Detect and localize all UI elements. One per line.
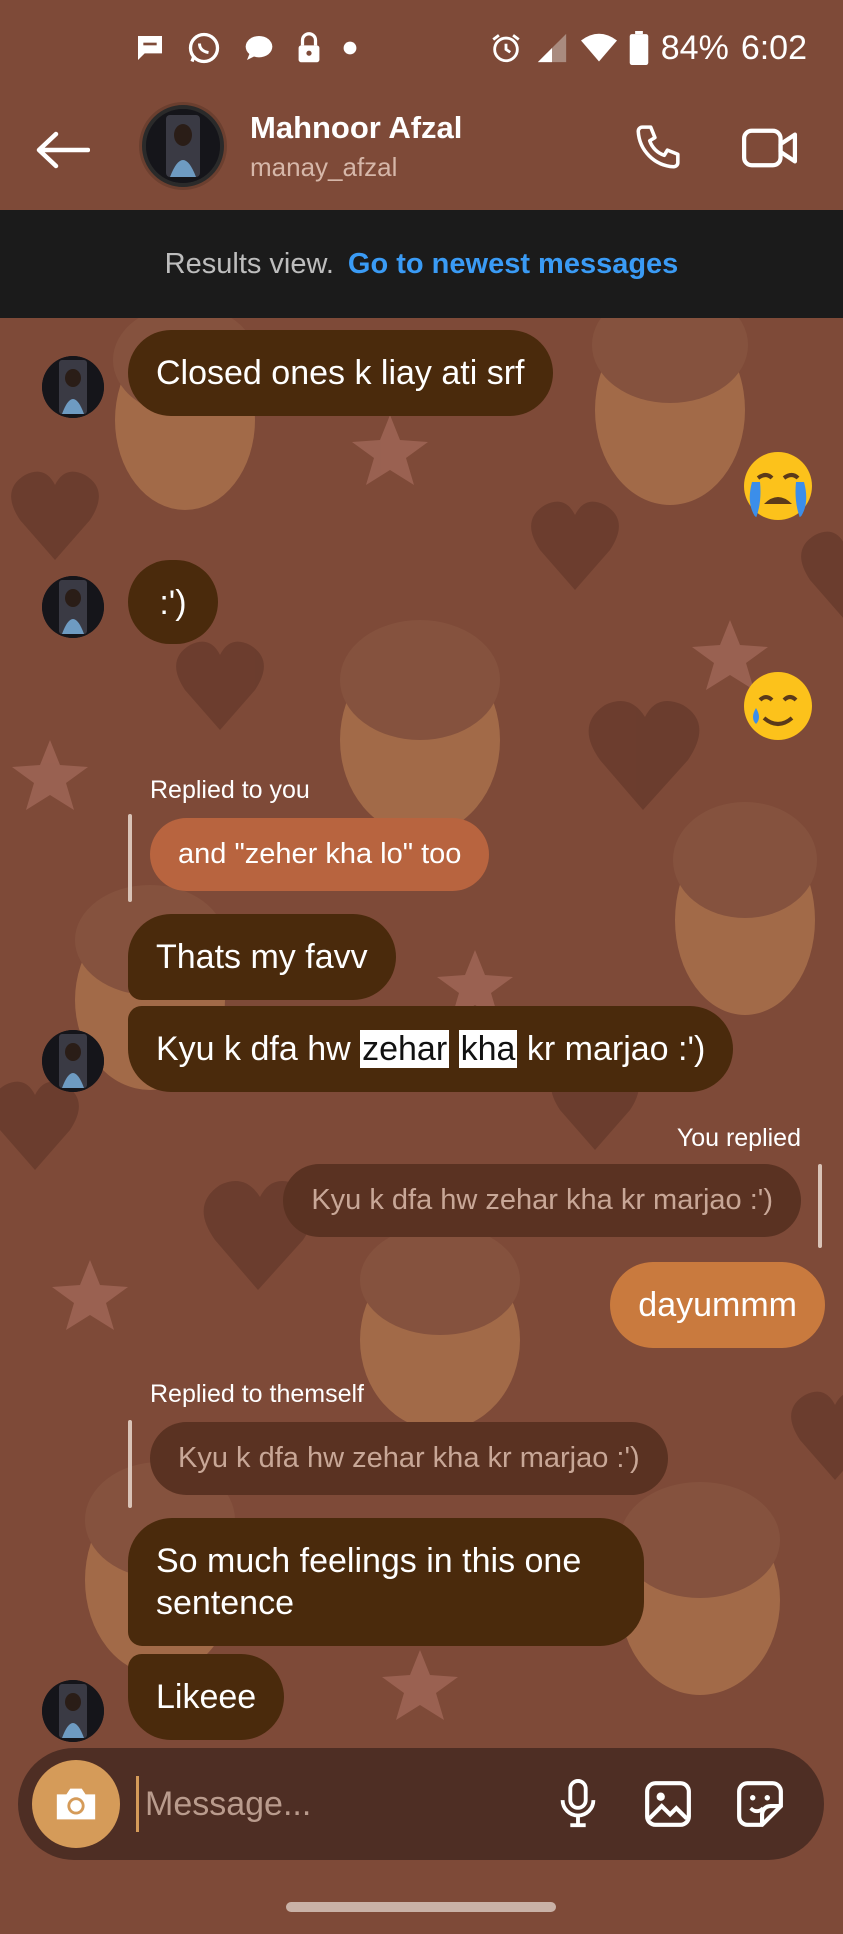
reply-label: Replied to you — [150, 776, 310, 804]
message-list[interactable]: Closed ones k liay ati srf :') Replied t… — [0, 318, 843, 1748]
sender-avatar[interactable] — [42, 1680, 104, 1742]
sender-avatar[interactable] — [42, 576, 104, 638]
clock: 6:02 — [740, 28, 807, 67]
message-bubble[interactable]: Thats my favv — [128, 914, 396, 1000]
quote-bar — [818, 1164, 822, 1248]
chat-header: Mahnoor Afzal manay_afzal — [0, 96, 843, 210]
message-bubble[interactable]: :') — [128, 560, 218, 644]
go-to-newest-link[interactable]: Go to newest messages — [348, 248, 678, 281]
message-bubble[interactable]: So much feelings in this one sentence — [128, 1518, 644, 1646]
search-highlight: zehar — [360, 1030, 450, 1068]
system-status: 84% 6:02 — [489, 26, 807, 70]
avatar-image — [146, 109, 220, 183]
status-bar: 84% 6:02 — [0, 0, 843, 96]
message-composer — [18, 1748, 824, 1860]
message-icon — [245, 36, 273, 60]
search-results-banner: Results view. Go to newest messages — [0, 210, 843, 318]
dot-icon — [343, 41, 357, 55]
message-bubble[interactable]: Kyu k dfa hw zehar kha kr marjao :') — [128, 1006, 734, 1092]
contact-username[interactable]: manay_afzal — [250, 152, 397, 183]
alarm-icon — [492, 34, 520, 63]
lock-icon — [298, 32, 320, 63]
whatsapp-icon — [188, 32, 220, 64]
results-view-label: Results view. — [164, 247, 334, 280]
message-bubble[interactable]: dayummm — [610, 1262, 825, 1348]
wifi-icon — [580, 33, 617, 62]
microphone-icon — [560, 1779, 596, 1828]
smiling-face-with-tear-emoji — [744, 672, 812, 740]
avatar-image — [42, 356, 104, 418]
avatar-image — [42, 576, 104, 638]
sticker-icon — [737, 1781, 783, 1827]
avatar-image — [42, 1030, 104, 1092]
search-highlight: kha — [458, 1030, 518, 1068]
home-indicator[interactable] — [286, 1902, 556, 1912]
sticker-button[interactable] — [728, 1772, 792, 1836]
notification-icons — [134, 28, 358, 68]
voice-call-button[interactable] — [625, 116, 689, 180]
back-button[interactable] — [30, 118, 94, 182]
sender-avatar[interactable] — [42, 356, 104, 418]
reply-label: Replied to themself — [150, 1380, 365, 1408]
battery-percent: 84% — [660, 28, 729, 67]
arrow-left-icon — [36, 131, 90, 169]
message-text: sentence — [156, 1584, 294, 1622]
phone-icon — [636, 125, 680, 169]
signal-icon — [537, 33, 566, 63]
video-call-button[interactable] — [735, 116, 805, 180]
message-input[interactable] — [136, 1776, 536, 1832]
camera-icon — [56, 1788, 96, 1820]
camera-button[interactable] — [32, 1760, 120, 1848]
image-icon — [645, 1781, 691, 1827]
message-bubble[interactable]: Closed ones k liay ati srf — [128, 330, 553, 416]
battery-icon — [629, 31, 649, 65]
message-bubble[interactable]: Likeee — [128, 1654, 285, 1740]
message-text: kr marjao :') — [517, 1030, 706, 1068]
video-camera-icon — [742, 128, 798, 168]
message-text: Kyu k dfa hw — [156, 1030, 361, 1068]
crying-face-emoji — [744, 452, 812, 520]
quoted-message[interactable]: Kyu k dfa hw zehar kha kr marjao :') — [150, 1422, 668, 1495]
contact-name[interactable]: Mahnoor Afzal — [250, 110, 462, 146]
quoted-message[interactable]: Kyu k dfa hw zehar kha kr marjao :') — [283, 1164, 801, 1237]
quoted-message[interactable]: and "zeher kha lo" too — [150, 818, 490, 891]
message-text: So much feelings in this one — [156, 1542, 582, 1580]
quote-bar — [128, 1420, 132, 1508]
voice-message-button[interactable] — [546, 1772, 610, 1836]
reply-label: You replied — [676, 1124, 801, 1152]
quote-bar — [128, 814, 132, 902]
chat-bubble-icon — [138, 36, 162, 60]
gallery-button[interactable] — [636, 1772, 700, 1836]
sender-avatar[interactable] — [42, 1030, 104, 1092]
contact-avatar[interactable] — [142, 105, 224, 187]
avatar-image — [42, 1680, 104, 1742]
message-text — [449, 1030, 458, 1068]
